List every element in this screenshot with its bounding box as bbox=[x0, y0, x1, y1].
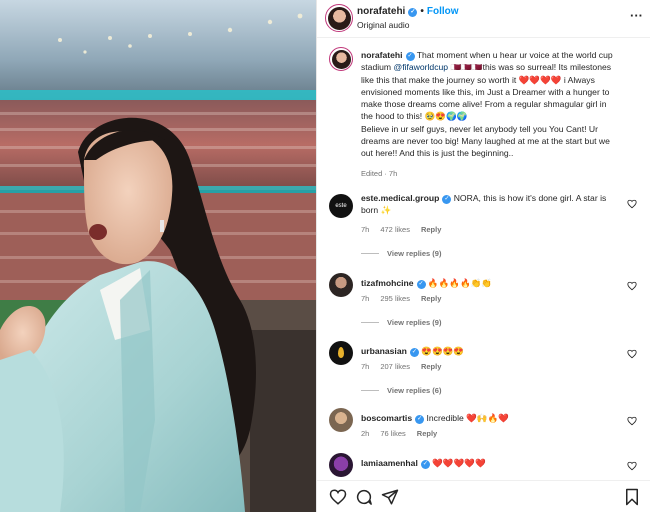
comment-text: este.medical.group ✓ NORA, this is how it… bbox=[361, 192, 623, 217]
comment-message: 😍😍😍😍 bbox=[421, 346, 465, 356]
like-comment-heart-icon[interactable] bbox=[627, 349, 637, 359]
comment-likes[interactable]: 207 likes bbox=[380, 362, 410, 371]
comment-message: ❤️❤️❤️❤️❤️ bbox=[432, 458, 486, 468]
comment-text: urbanasian ✓ 😍😍😍😍 bbox=[361, 345, 623, 357]
comment-meta: 7h 207 likes Reply bbox=[361, 362, 452, 371]
commenter-avatar[interactable] bbox=[329, 408, 353, 432]
verified-badge-icon: ✓ bbox=[408, 8, 418, 17]
commenter-avatar[interactable] bbox=[329, 273, 353, 297]
flag-emoji-icon: 🇶🇦🇶🇦🇶🇦 bbox=[450, 62, 483, 73]
original-audio-link[interactable]: Original audio bbox=[357, 20, 409, 30]
comment-time: 7h bbox=[361, 362, 370, 371]
bookmark-icon[interactable] bbox=[623, 488, 641, 506]
author-avatar[interactable] bbox=[325, 4, 353, 32]
verified-badge-icon: ✓ bbox=[405, 52, 415, 61]
comment-likes[interactable]: 76 likes bbox=[380, 429, 405, 438]
verified-badge-icon: ✓ bbox=[409, 348, 419, 357]
reply-button[interactable]: Reply bbox=[421, 362, 441, 371]
view-replies-button[interactable]: View replies (9) bbox=[361, 249, 441, 258]
author-line: norafatehi ✓ • Follow bbox=[357, 6, 459, 17]
comment-text: tizafmohcine ✓ 🔥🔥🔥🔥👏👏 bbox=[361, 277, 623, 289]
post-action-bar bbox=[317, 480, 650, 512]
mention-link[interactable]: @fifaworldcup bbox=[393, 62, 448, 72]
stadium-photo bbox=[0, 0, 316, 512]
comments-scroll-area[interactable]: norafatehi ✓ That moment when u hear ur v… bbox=[317, 39, 650, 480]
more-options-icon[interactable]: ··· bbox=[630, 8, 643, 23]
author-username[interactable]: norafatehi bbox=[357, 6, 405, 17]
verified-badge-icon: ✓ bbox=[420, 460, 430, 469]
comment-likes[interactable]: 295 likes bbox=[380, 294, 410, 303]
comment-username[interactable]: este.medical.group bbox=[361, 193, 439, 203]
follow-button[interactable]: Follow bbox=[427, 6, 459, 17]
comment-item: tizafmohcine ✓ 🔥🔥🔥🔥👏👏 7h 295 likes Reply Vi… bbox=[329, 273, 641, 343]
verified-badge-icon: ✓ bbox=[416, 280, 426, 289]
caption-part-4: Believe in ur self guys, never let anybo… bbox=[361, 123, 610, 159]
comment-text: lamiaamenhal ✓ ❤️❤️❤️❤️❤️ bbox=[361, 457, 623, 469]
commenter-avatar[interactable]: este bbox=[329, 194, 353, 218]
caption-username[interactable]: norafatehi bbox=[361, 50, 403, 60]
comment-meta: 7h 472 likes Reply bbox=[361, 225, 452, 234]
post-header: norafatehi ✓ • Follow Original audio ··· bbox=[317, 0, 650, 38]
instagram-post-view: norafatehi ✓ • Follow Original audio ··· no… bbox=[0, 0, 650, 512]
comment-username[interactable]: tizafmohcine bbox=[361, 278, 414, 288]
view-replies-button[interactable]: View replies (6) bbox=[361, 386, 441, 395]
commenter-avatar[interactable] bbox=[329, 341, 353, 365]
caption-author-avatar[interactable] bbox=[329, 47, 353, 71]
caption-text: norafatehi ✓ That moment when u hear ur v… bbox=[361, 49, 613, 160]
comment-time: 2h bbox=[361, 429, 370, 438]
view-replies-button[interactable]: View replies (9) bbox=[361, 318, 441, 327]
reply-button[interactable]: Reply bbox=[417, 429, 437, 438]
like-comment-heart-icon[interactable] bbox=[627, 199, 637, 209]
comment-username[interactable]: boscomartis bbox=[361, 413, 412, 423]
comment-username[interactable]: lamiaamenhal bbox=[361, 458, 418, 468]
heart-icon[interactable] bbox=[329, 488, 347, 506]
like-comment-heart-icon[interactable] bbox=[627, 281, 637, 291]
commenter-avatar[interactable] bbox=[329, 453, 353, 477]
comment-item: boscomartis ✓ Incredible ❤️🙌🔥❤️ 2h 76 like… bbox=[329, 408, 641, 452]
comment-likes[interactable]: 472 likes bbox=[380, 225, 410, 234]
comment-item: urbanasian ✓ 😍😍😍😍 7h 207 likes Reply View r… bbox=[329, 341, 641, 411]
post-details-pane: norafatehi ✓ • Follow Original audio ··· no… bbox=[316, 0, 650, 512]
comment-text: boscomartis ✓ Incredible ❤️🙌🔥❤️ bbox=[361, 412, 623, 424]
reply-button[interactable]: Reply bbox=[421, 225, 441, 234]
comment-meta: 7h 295 likes Reply bbox=[361, 294, 452, 303]
comment-message: 🔥🔥🔥🔥👏👏 bbox=[427, 278, 493, 288]
like-comment-heart-icon[interactable] bbox=[627, 416, 637, 426]
separator-dot: • bbox=[420, 6, 424, 17]
comment-time: 7h bbox=[361, 225, 370, 234]
reply-button[interactable]: Reply bbox=[421, 294, 441, 303]
like-comment-heart-icon[interactable] bbox=[627, 461, 637, 471]
comment-item: lamiaamenhal ✓ ❤️❤️❤️❤️❤️ bbox=[329, 453, 641, 480]
celebration-emoji-icon: 🥹😍🌍🌍 bbox=[424, 111, 468, 122]
send-icon[interactable] bbox=[381, 488, 399, 506]
comment-time: 7h bbox=[361, 294, 370, 303]
comment-meta: 2h 76 likes Reply bbox=[361, 429, 448, 438]
comment-icon[interactable] bbox=[355, 488, 373, 506]
verified-badge-icon: ✓ bbox=[415, 415, 425, 424]
heart-emoji-icon: ❤️❤️❤️❤️ bbox=[518, 74, 562, 85]
verified-badge-icon: ✓ bbox=[442, 195, 452, 204]
comment-message: Incredible ❤️🙌🔥❤️ bbox=[426, 413, 509, 423]
post-media[interactable] bbox=[0, 0, 316, 512]
comment-username[interactable]: urbanasian bbox=[361, 346, 407, 356]
edited-timestamp: Edited · 7h bbox=[361, 169, 398, 178]
comment-item: este este.medical.group ✓ NORA, this is h… bbox=[329, 192, 641, 272]
